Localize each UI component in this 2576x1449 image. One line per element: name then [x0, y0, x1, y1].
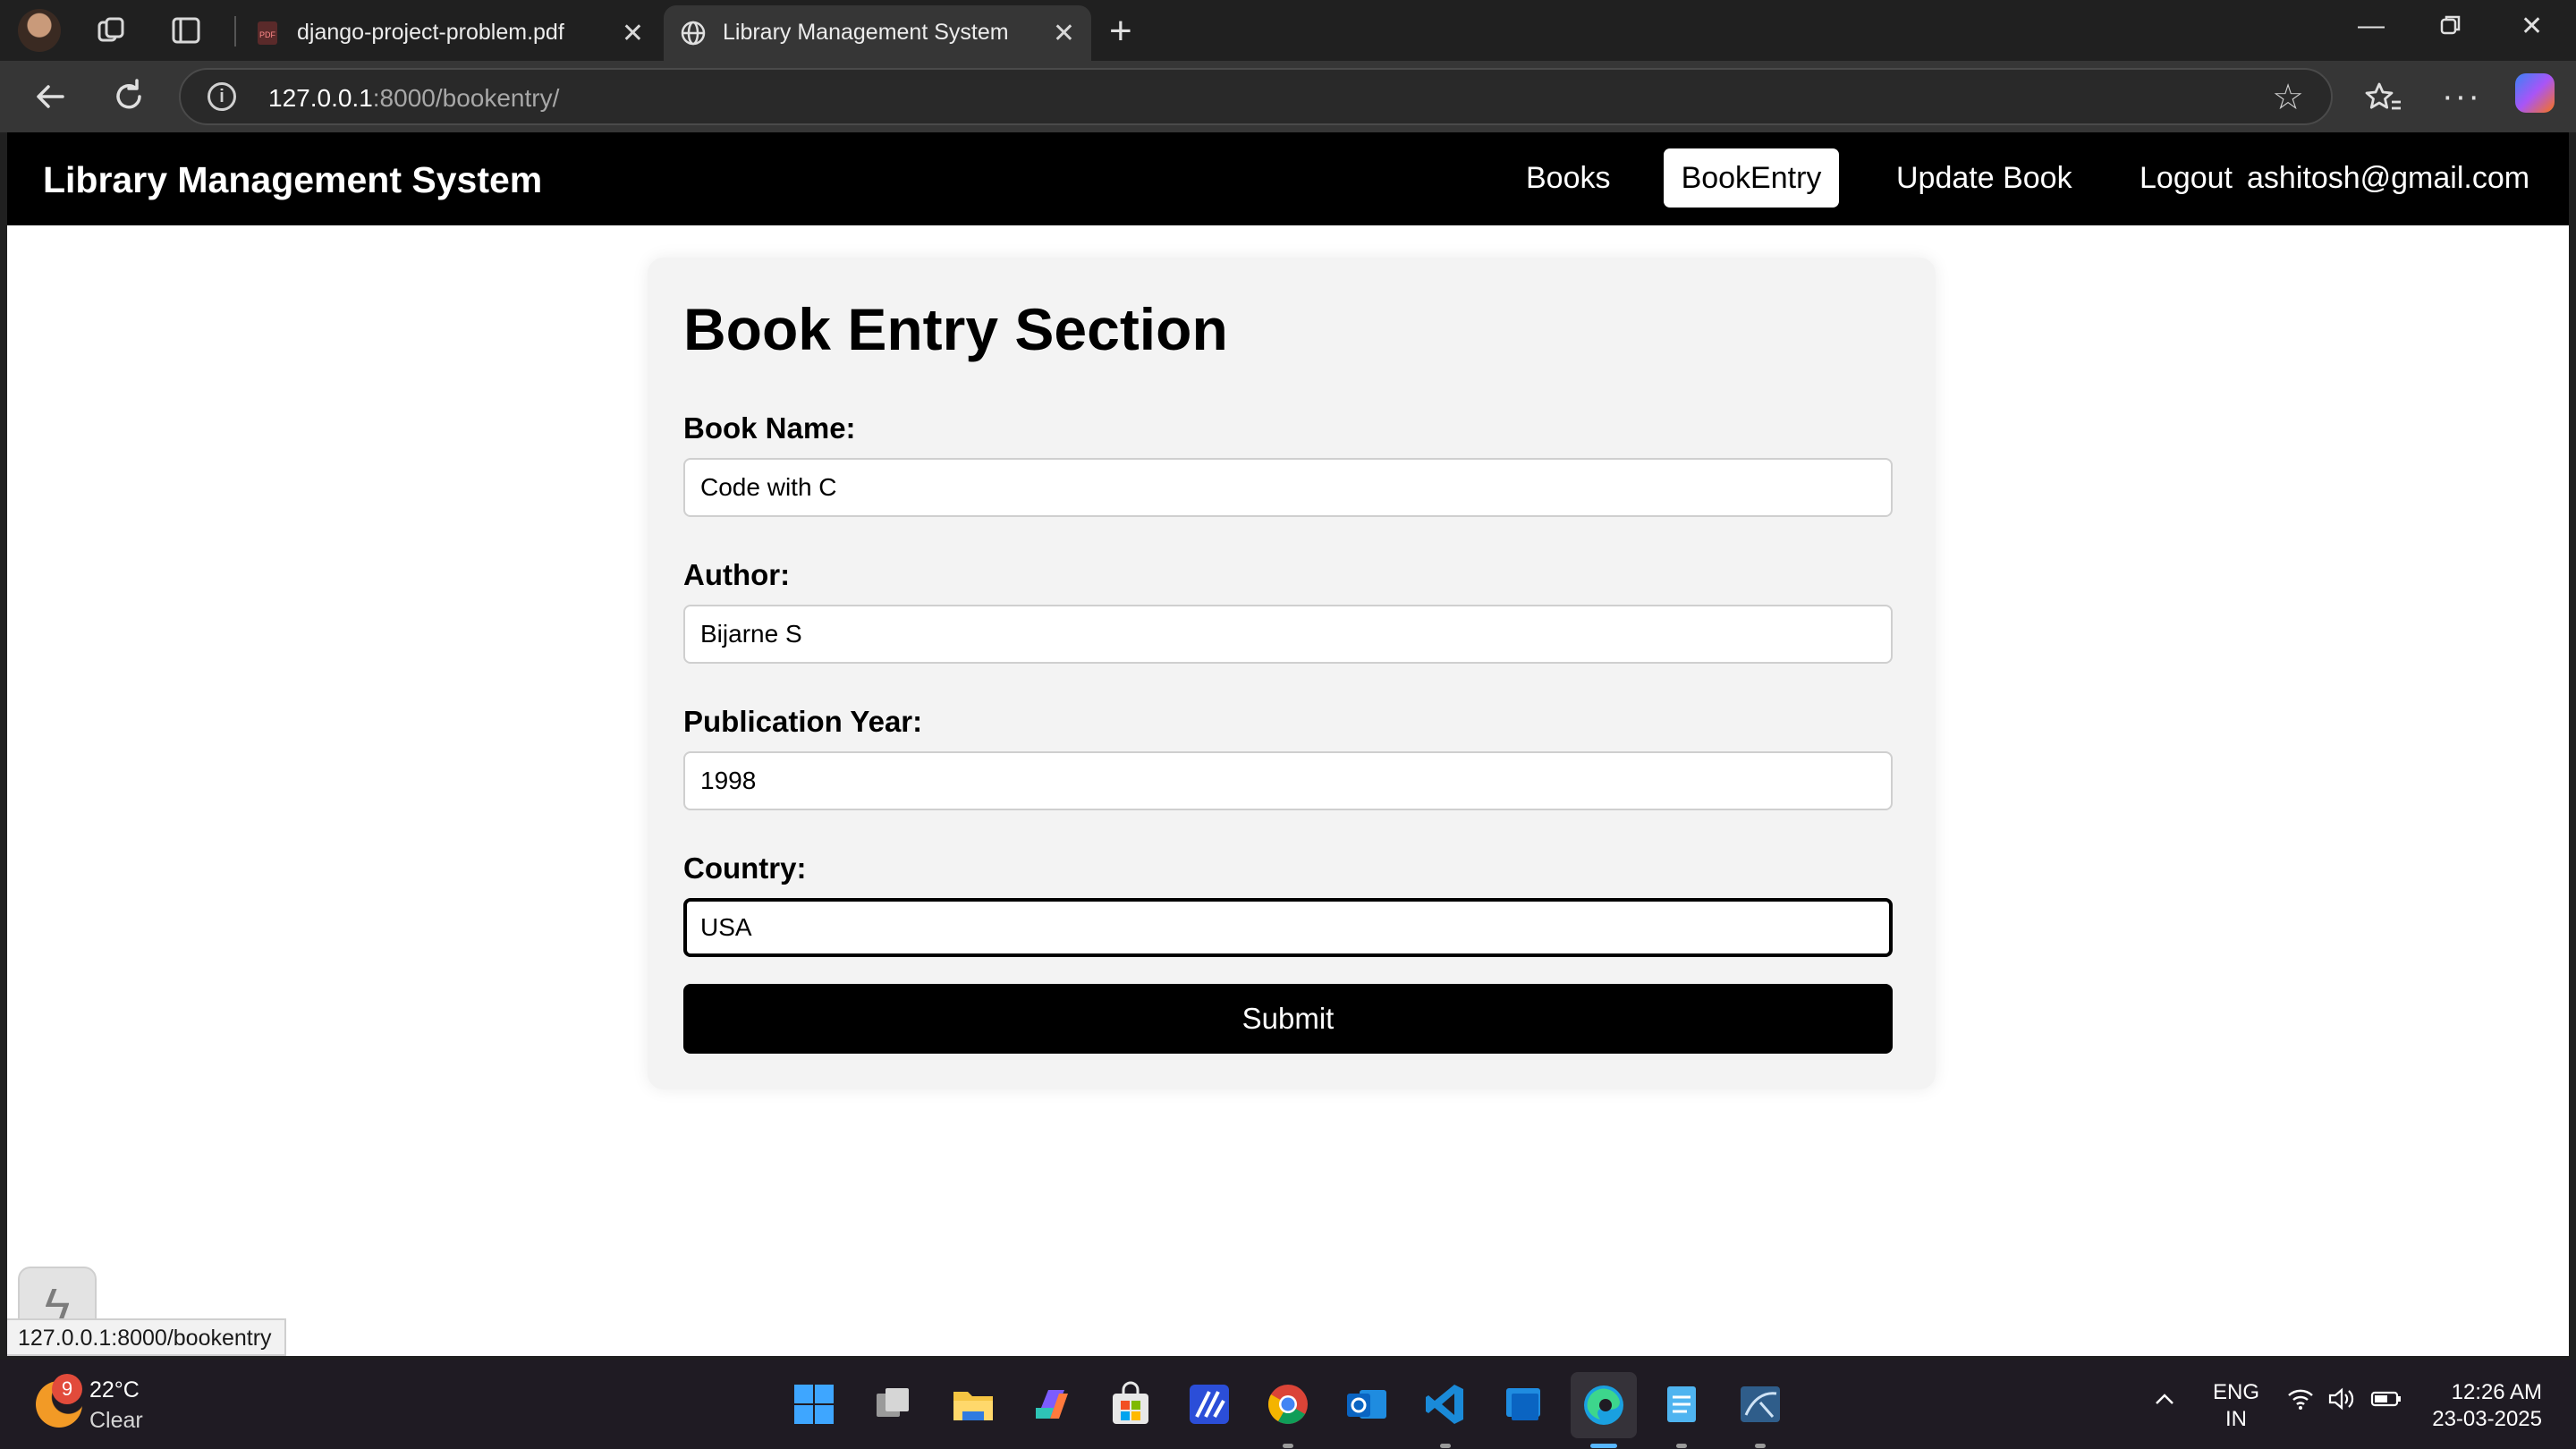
file-explorer-icon[interactable] [950, 1381, 996, 1428]
nav-link-books[interactable]: Books [1526, 161, 1611, 196]
running-indicator [1755, 1444, 1766, 1448]
book-entry-card: Book Entry Section Book Name: Author: Pu… [648, 258, 1936, 1089]
author-input[interactable] [683, 605, 1893, 664]
back-arrow-icon[interactable] [29, 75, 72, 118]
clock-time: 12:26 AM [2451, 1380, 2542, 1404]
mysql-workbench-icon[interactable] [1737, 1381, 1784, 1428]
tab-actions-icon[interactable] [168, 13, 204, 48]
reload-icon[interactable] [107, 75, 150, 118]
windows-app-icon[interactable] [1501, 1381, 1547, 1428]
nav-link-logout[interactable]: Logout [2140, 161, 2233, 196]
language-line2: IN [2225, 1407, 2247, 1431]
chrome-icon[interactable] [1265, 1381, 1311, 1428]
author-label: Author: [683, 558, 791, 591]
site-navbar: Library Management System Books BookEntr… [7, 132, 2569, 225]
copilot-icon[interactable] [2515, 73, 2555, 113]
more-options-icon[interactable]: ··· [2440, 75, 2483, 118]
weather-temperature[interactable]: 22°C [89, 1377, 140, 1403]
running-indicator [1283, 1444, 1293, 1448]
tab-separator [234, 16, 236, 47]
volume-icon[interactable] [2327, 1386, 2356, 1418]
new-tab-icon[interactable]: + [1109, 9, 1132, 54]
pdf-file-icon: PDF [258, 21, 277, 45]
publication-year-label: Publication Year: [683, 705, 923, 738]
svg-text:PDF: PDF [259, 30, 276, 39]
running-indicator [1676, 1444, 1687, 1448]
clock-date: 23-03-2025 [2432, 1407, 2542, 1431]
restore-icon[interactable] [2438, 13, 2463, 45]
taskbar: 9 22°C Clear ENG IN 12:26 AM 23-03-2025 [0, 1360, 2576, 1449]
book-name-input[interactable] [683, 458, 1893, 517]
nav-link-update-book[interactable]: Update Book [1896, 161, 2072, 196]
favorite-star-icon[interactable]: ☆ [2272, 77, 2304, 118]
status-bar-url: 127.0.0.1:8000/bookentry [7, 1318, 286, 1356]
tab-library[interactable]: Library Management System ✕ [664, 5, 1091, 61]
page-title: Book Entry Section [683, 296, 1228, 362]
browser-toolbar: i 127.0.0.1:8000/bookentry/ ☆ ··· [0, 61, 2576, 132]
favorites-icon[interactable] [2361, 75, 2404, 118]
workspaces-icon[interactable] [93, 13, 129, 48]
nav-link-bookentry[interactable]: BookEntry [1664, 148, 1839, 208]
active-indicator [1590, 1444, 1617, 1448]
weather-condition[interactable]: Clear [89, 1408, 143, 1434]
language-indicator[interactable]: ENG IN [2213, 1379, 2259, 1433]
country-label: Country: [683, 852, 807, 885]
copilot-app-icon[interactable] [1029, 1381, 1075, 1428]
vscode-icon[interactable] [1422, 1381, 1469, 1428]
url-text[interactable]: 127.0.0.1:8000/bookentry/ [268, 84, 559, 113]
wifi-icon[interactable] [2286, 1386, 2315, 1418]
windows-start-icon[interactable] [791, 1381, 837, 1428]
publication-year-input[interactable] [683, 751, 1893, 810]
page-viewport: Library Management System Books BookEntr… [7, 132, 2569, 1356]
tab-pdf[interactable]: PDF django-project-problem.pdf ✕ [238, 5, 660, 61]
site-brand[interactable]: Library Management System [43, 159, 542, 201]
battery-icon[interactable] [2370, 1386, 2402, 1418]
visual-studio-icon[interactable] [1186, 1381, 1233, 1428]
site-info-icon[interactable]: i [208, 82, 236, 111]
chevron-up-icon[interactable] [2152, 1386, 2177, 1418]
profile-avatar[interactable] [18, 9, 61, 52]
weather-badge: 9 [52, 1374, 82, 1404]
close-tab-icon[interactable]: ✕ [1053, 18, 1075, 49]
system-clock[interactable]: 12:26 AM 23-03-2025 [2431, 1379, 2542, 1433]
microsoft-store-icon[interactable] [1107, 1381, 1154, 1428]
country-input[interactable] [683, 898, 1893, 957]
minimize-icon[interactable]: — [2358, 11, 2385, 41]
edge-icon[interactable] [1571, 1372, 1637, 1438]
task-view-icon[interactable] [869, 1381, 916, 1428]
running-indicator [1440, 1444, 1451, 1448]
notepad-icon[interactable] [1658, 1381, 1705, 1428]
book-name-label: Book Name: [683, 411, 856, 445]
close-window-icon[interactable]: ✕ [2521, 11, 2543, 42]
user-email: ashitosh@gmail.com [2247, 161, 2530, 195]
globe-icon [681, 21, 706, 46]
close-tab-icon[interactable]: ✕ [622, 18, 644, 49]
tab-title: Library Management System [723, 20, 1009, 45]
submit-button[interactable]: Submit [683, 984, 1893, 1054]
language-line1: ENG [2213, 1380, 2260, 1404]
tab-strip: PDF django-project-problem.pdf ✕ Library… [0, 0, 2576, 61]
outlook-icon[interactable] [1343, 1381, 1390, 1428]
address-bar[interactable]: i 127.0.0.1:8000/bookentry/ ☆ [179, 68, 2333, 125]
tab-title: django-project-problem.pdf [297, 20, 564, 45]
